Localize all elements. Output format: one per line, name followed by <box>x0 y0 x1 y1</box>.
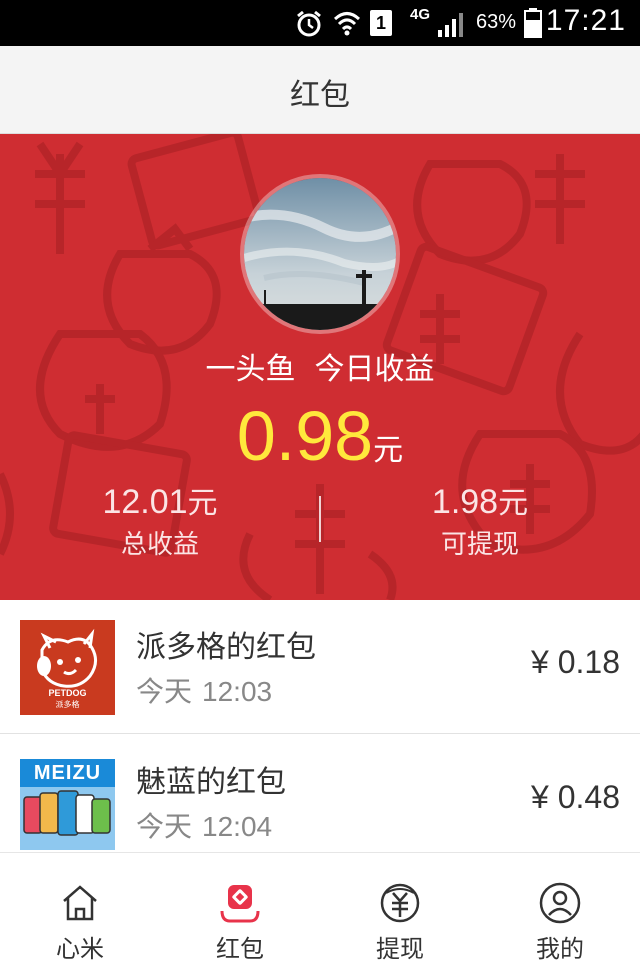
page-title: 红包 <box>290 78 350 113</box>
item-clock: 12:03 <box>202 676 273 707</box>
earnings-header: 一头鱼 今日收益 0.98元 12.01元 总收益 1.98元 可提现 <box>0 134 640 600</box>
profile-caption: 一头鱼 今日收益 <box>0 344 640 388</box>
avatar[interactable] <box>240 174 400 334</box>
withdraw-icon <box>380 883 420 923</box>
item-time: 今天 12:04 <box>136 805 272 845</box>
nav-item-home[interactable]: 心米 <box>0 853 160 960</box>
status-bar: 1 4G 63% 17:21 <box>0 0 640 46</box>
list-item[interactable]: PETDOG 派多格 派多格的红包 今天 12:03 ¥ 0.18 <box>0 600 640 734</box>
nav-item-red-packet[interactable]: 红包 <box>160 853 320 960</box>
total-unit: 元 <box>187 486 218 521</box>
bottom-nav: 心米 红包 提现 我的 <box>0 852 640 960</box>
meizu-logo-text: MEIZU <box>20 759 115 787</box>
item-date: 今天 <box>136 810 193 843</box>
wifi-icon <box>333 12 361 36</box>
title-bar: 红包 <box>0 46 640 134</box>
total-earnings: 12.01元 总收益 <box>60 478 260 561</box>
home-icon <box>63 885 97 921</box>
stats-divider <box>319 496 321 542</box>
today-label: 今日收益 <box>314 352 435 387</box>
clock: 17:21 <box>545 4 626 37</box>
profile-icon <box>539 882 581 924</box>
item-amount: ¥ 0.18 <box>531 644 620 680</box>
withdrawable-balance[interactable]: 1.98元 可提现 <box>380 478 580 561</box>
nav-label: 心米 <box>56 935 104 960</box>
total-amount: 12.01 <box>102 483 188 521</box>
nav-item-profile[interactable]: 我的 <box>480 853 640 960</box>
nav-label: 红包 <box>216 935 264 960</box>
item-title: 魅蓝的红包 <box>136 765 286 800</box>
item-clock: 12:04 <box>202 811 273 842</box>
red-packet-icon <box>220 885 260 923</box>
petdog-logo-subtext: 派多格 <box>55 700 80 709</box>
today-earnings: 0.98元 <box>0 396 640 476</box>
withdrawable-label: 可提现 <box>440 530 519 560</box>
battery-percent: 63% <box>476 11 517 33</box>
sim-icon: 1 <box>370 10 392 36</box>
nav-label: 提现 <box>376 935 424 960</box>
list-item[interactable]: MEIZU 魅蓝的红包 今天 12:04 ¥ 0.48 <box>0 735 640 869</box>
petdog-logo-text: PETDOG <box>48 688 87 698</box>
meizu-logo: MEIZU <box>20 755 115 850</box>
withdrawable-unit: 元 <box>498 486 529 521</box>
signal-icon <box>438 13 463 37</box>
total-label: 总收益 <box>120 530 199 560</box>
today-unit: 元 <box>373 433 404 468</box>
battery-icon <box>524 8 542 38</box>
network-type: 4G <box>410 6 431 23</box>
phones-image <box>20 787 115 850</box>
withdrawable-amount: 1.98 <box>431 483 499 521</box>
today-amount: 0.98 <box>236 397 374 475</box>
petdog-logo: PETDOG 派多格 <box>20 620 115 715</box>
nav-label: 我的 <box>536 935 584 960</box>
item-time: 今天 12:03 <box>136 670 272 710</box>
item-amount: ¥ 0.48 <box>531 779 620 815</box>
user-name: 一头鱼 <box>205 352 296 387</box>
item-title: 派多格的红包 <box>136 630 316 665</box>
nav-item-withdraw[interactable]: 提现 <box>320 853 480 960</box>
item-date: 今天 <box>136 675 193 708</box>
alarm-icon <box>297 10 321 37</box>
